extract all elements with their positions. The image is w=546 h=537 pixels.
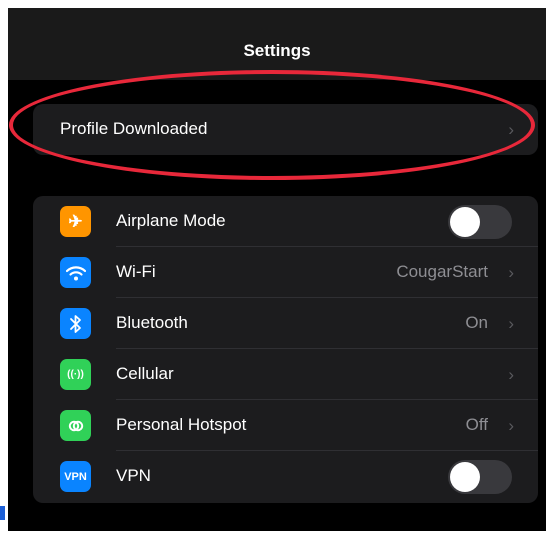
chevron-right-icon: › [508, 314, 514, 333]
chevron-right-icon: › [508, 365, 514, 384]
personal-hotspot-value: Off [465, 415, 488, 434]
wifi-network-value: CougarStart [396, 262, 488, 281]
vpn-row: VPN VPN [33, 451, 538, 502]
toggle-knob [450, 207, 480, 237]
airplane-mode-toggle[interactable] [448, 205, 512, 239]
wifi-icon [60, 257, 91, 288]
toggle-knob [450, 462, 480, 492]
bluetooth-row[interactable]: Bluetooth On › [33, 298, 538, 349]
vpn-label: VPN [116, 466, 151, 485]
cellular-label: Cellular [116, 364, 174, 383]
bluetooth-status-value: On [465, 313, 488, 332]
cursor-marker [0, 506, 5, 520]
vpn-toggle[interactable] [448, 460, 512, 494]
chevron-right-icon: › [508, 416, 514, 435]
bluetooth-icon [60, 308, 91, 339]
airplane-icon: ✈ [60, 206, 91, 237]
highlight-annotation-ellipse [9, 70, 535, 180]
personal-hotspot-row[interactable]: Personal Hotspot Off › [33, 400, 538, 451]
vpn-icon: VPN [60, 461, 91, 492]
wifi-label: Wi-Fi [116, 262, 156, 281]
cellular-icon: ((·)) [60, 359, 91, 390]
chevron-right-icon: › [508, 263, 514, 282]
airplane-mode-label: Airplane Mode [116, 211, 226, 230]
page-title: Settings [243, 41, 311, 60]
hotspot-icon [60, 410, 91, 441]
wifi-row[interactable]: Wi-Fi CougarStart › [33, 247, 538, 298]
connectivity-group: ✈ Airplane Mode Wi-Fi CougarStart › Blue… [33, 196, 538, 503]
airplane-mode-row: ✈ Airplane Mode [33, 196, 538, 247]
personal-hotspot-label: Personal Hotspot [116, 415, 247, 434]
cellular-row[interactable]: ((·)) Cellular › [33, 349, 538, 400]
bluetooth-label: Bluetooth [116, 313, 188, 332]
